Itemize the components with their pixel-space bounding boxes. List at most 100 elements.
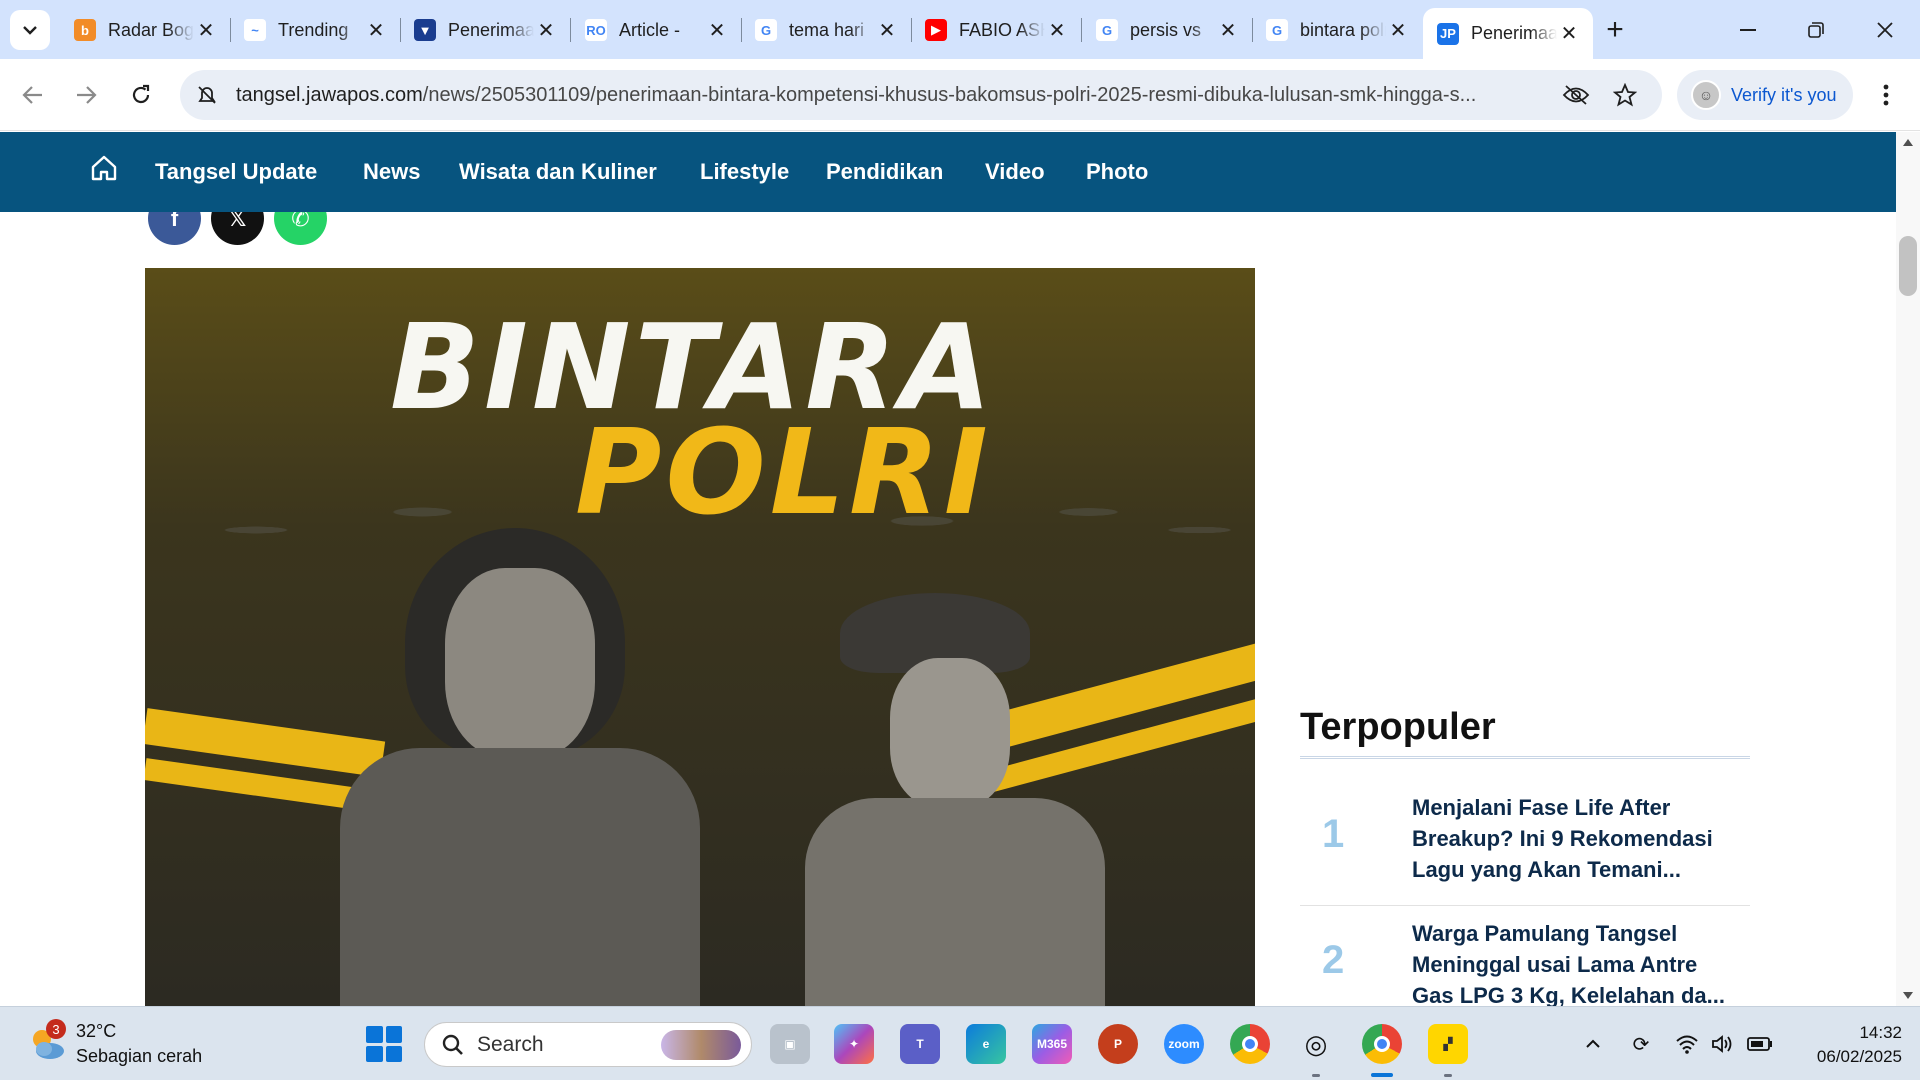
more-vert-icon <box>1883 84 1889 106</box>
menu-button[interactable] <box>1867 76 1905 114</box>
close-window-button[interactable] <box>1857 0 1913 59</box>
minimize-button[interactable] <box>1720 0 1776 59</box>
powerpoint-button[interactable]: P <box>1098 1024 1138 1064</box>
male-officer-face <box>445 568 595 758</box>
tab-strip: bRadar Bogor✕~Trending✕▼Penerimaan✕ROArt… <box>0 0 1920 59</box>
popular-title[interactable]: Warga Pamulang Tangsel Meninggal usai La… <box>1412 918 1732 1006</box>
taskbar-search[interactable]: Search <box>424 1022 752 1067</box>
clock-time: 14:32 <box>1859 1023 1902 1042</box>
tab[interactable]: RO Article - ✕ <box>571 8 741 52</box>
windows-logo-icon <box>385 1026 402 1043</box>
chevron-down-icon <box>23 26 37 35</box>
female-officer-uniform <box>805 798 1105 1006</box>
sidebar-title: Terpopuler <box>1300 706 1496 748</box>
tab[interactable]: ▶ FABIO ASHER✕ <box>911 8 1081 52</box>
sidebar-divider <box>1300 756 1750 759</box>
sync-tray-icon[interactable]: ⟳ <box>1626 1029 1656 1059</box>
close-tab-icon[interactable]: ✕ <box>1045 18 1069 42</box>
popular-title[interactable]: Menjalani Fase Life After Breakup? Ini 9… <box>1412 792 1732 885</box>
sync-icon: ⟳ <box>1632 1033 1650 1056</box>
favicon-icon: G <box>1096 19 1118 41</box>
m365-button[interactable]: M365 <box>1032 1024 1072 1064</box>
close-tab-icon[interactable]: ✕ <box>1386 18 1410 42</box>
task-view-button[interactable]: ▣ <box>770 1024 810 1064</box>
windows-logo-icon <box>385 1045 402 1062</box>
close-tab-icon[interactable]: ✕ <box>194 18 218 42</box>
site-nav: Tangsel Update News Wisata dan Kuliner Life… <box>0 132 1896 212</box>
close-tab-icon[interactable]: ✕ <box>364 18 388 42</box>
start-button[interactable] <box>366 1026 402 1062</box>
clock[interactable]: 14:32 06/02/2025 <box>1790 1021 1902 1069</box>
nav-item[interactable]: Video <box>985 132 1045 212</box>
running-indicator <box>1312 1074 1320 1077</box>
tab[interactable]: ~ Trending ✕ <box>230 8 400 52</box>
star-icon[interactable] <box>1613 83 1637 107</box>
app-button[interactable]: ◎ <box>1296 1024 1336 1064</box>
show-hidden-icons-button[interactable] <box>1578 1029 1608 1059</box>
battery-tray-icon[interactable] <box>1745 1029 1775 1059</box>
tab[interactable]: ▼ Penerimaan✕ <box>400 8 570 52</box>
tab-title: Article - <box>619 19 681 40</box>
nav-item[interactable]: Wisata dan Kuliner <box>459 132 657 212</box>
home-icon[interactable] <box>90 154 118 182</box>
tab[interactable]: Gtema hari ✕ <box>741 8 911 52</box>
favicon-icon: JP <box>1437 22 1459 45</box>
back-button[interactable] <box>14 76 52 114</box>
site-info-icon[interactable] <box>196 84 218 106</box>
close-tab-icon[interactable]: ✕ <box>705 18 729 42</box>
nav-item[interactable]: News <box>363 132 420 212</box>
weather-badge: 3 <box>46 1019 66 1039</box>
url-text[interactable]: tangsel.jawapos.com/news/2505301109/pene… <box>236 70 1536 120</box>
forward-button[interactable] <box>67 76 105 114</box>
ring-app-icon: ◎ <box>1304 1028 1328 1059</box>
tab[interactable]: JP Penerimaan✕ <box>1423 8 1593 59</box>
popular-item[interactable]: 2 Warga Pamulang Tangsel Meninggal usai L… <box>1300 908 1750 1006</box>
nav-item[interactable]: Lifestyle <box>700 132 789 212</box>
chrome-profile-button[interactable] <box>1362 1024 1402 1064</box>
restore-button[interactable] <box>1788 0 1844 59</box>
wifi-tray-icon[interactable] <box>1672 1029 1702 1059</box>
edge-button[interactable]: e <box>966 1024 1006 1064</box>
tab-title: Radar Bogor <box>108 19 194 40</box>
eye-off-icon[interactable] <box>1562 84 1590 106</box>
tab[interactable]: b Radar Bogor✕ <box>60 8 230 52</box>
sticky-notes-button[interactable]: ▞ <box>1428 1024 1468 1064</box>
tab[interactable]: Gpersis vs ✕ <box>1082 8 1252 52</box>
copilot-button[interactable]: ✦ <box>834 1024 874 1064</box>
verify-button[interactable]: ☺ Verify it's you <box>1677 70 1853 120</box>
scroll-up-icon[interactable] <box>1903 138 1913 146</box>
chrome-icon <box>1242 1036 1258 1052</box>
battery-icon <box>1747 1037 1772 1051</box>
address-bar[interactable]: tangsel.jawapos.com/news/2505301109/pene… <box>180 70 1662 120</box>
chrome-icon <box>1374 1036 1390 1052</box>
volume-tray-icon[interactable] <box>1708 1029 1738 1059</box>
tab-title: persis vs <box>1130 19 1202 40</box>
teams-button[interactable]: T <box>900 1024 940 1064</box>
task-view-icon: ▣ <box>784 1037 796 1051</box>
clock-date: 06/02/2025 <box>1816 1047 1902 1066</box>
tab-search-button[interactable] <box>10 10 50 50</box>
url-domain: tangsel.jawapos.com <box>236 84 423 106</box>
favicon-icon: G <box>755 19 777 41</box>
close-tab-icon[interactable]: ✕ <box>1216 18 1240 42</box>
minimize-icon <box>1740 28 1756 31</box>
volume-icon <box>1712 1035 1732 1053</box>
scroll-down-icon[interactable] <box>1903 992 1913 1000</box>
close-tab-icon[interactable]: ✕ <box>1557 22 1581 46</box>
nav-item[interactable]: Pendidikan <box>826 132 943 212</box>
nav-item[interactable]: Photo <box>1086 132 1148 212</box>
tab[interactable]: Gbintara polri ✕ <box>1252 8 1422 52</box>
nav-item[interactable]: Tangsel Update <box>155 132 317 212</box>
reload-button[interactable] <box>122 76 160 114</box>
search-label: Search <box>477 1032 544 1056</box>
chrome-button[interactable] <box>1230 1024 1270 1064</box>
favicon-icon: G <box>1266 19 1288 41</box>
scrollbar-thumb[interactable] <box>1899 236 1917 296</box>
new-tab-button[interactable]: + <box>1597 12 1633 48</box>
close-tab-icon[interactable]: ✕ <box>534 18 558 42</box>
zoom-button[interactable]: zoom <box>1164 1024 1204 1064</box>
hero-title-line2: POLRI <box>575 403 992 541</box>
close-tab-icon[interactable]: ✕ <box>875 18 899 42</box>
popular-item[interactable]: 1 Menjalani Fase Life After Breakup? Ini … <box>1300 782 1750 906</box>
m365-icon: M365 <box>1036 1037 1068 1051</box>
